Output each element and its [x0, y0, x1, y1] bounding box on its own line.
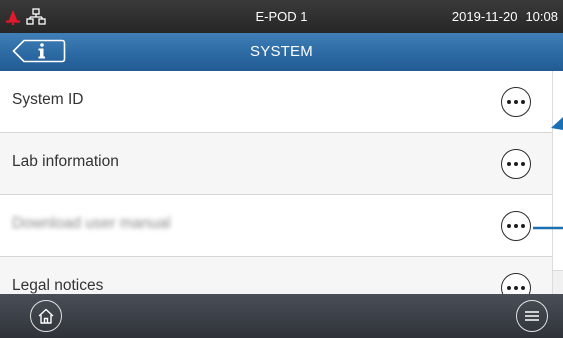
status-date: 2019-11-20: [451, 9, 518, 24]
menu-item-label: Legal notices: [12, 277, 104, 294]
more-options-button[interactable]: [501, 211, 531, 241]
menu-item-download-user-manual[interactable]: Download user manual: [0, 195, 552, 257]
more-options-icon: [507, 286, 525, 290]
more-options-icon: [507, 100, 525, 104]
scrollbar-thumb[interactable]: [552, 71, 563, 271]
menu-item-label: System ID: [12, 91, 84, 108]
menu-item-legal-notices[interactable]: Legal notices: [0, 257, 552, 294]
hamburger-menu-icon: [525, 311, 539, 321]
date-time: 2019-11-20 10:08: [452, 9, 558, 24]
title-bar: SYSTEM: [0, 33, 563, 71]
more-options-button[interactable]: [501, 149, 531, 179]
home-icon: [38, 308, 54, 324]
status-bar: E-POD 1 2019-11-20 10:08: [0, 0, 563, 33]
menu-item-label: Download user manual: [12, 215, 171, 232]
menu-item-label: Lab information: [12, 153, 119, 170]
bottom-bar: [0, 294, 563, 338]
more-options-button[interactable]: [501, 273, 531, 294]
system-menu-list: System ID Lab information Download user …: [0, 71, 552, 294]
page-title: SYSTEM: [250, 43, 313, 60]
more-options-icon: [507, 224, 525, 228]
menu-item-lab-information[interactable]: Lab information: [0, 133, 552, 195]
more-options-button[interactable]: [501, 87, 531, 117]
status-time: 10:08: [525, 9, 558, 24]
more-options-icon: [507, 162, 525, 166]
home-button[interactable]: [30, 300, 62, 332]
main-menu-button[interactable]: [516, 300, 548, 332]
menu-item-system-id[interactable]: System ID: [0, 71, 552, 133]
